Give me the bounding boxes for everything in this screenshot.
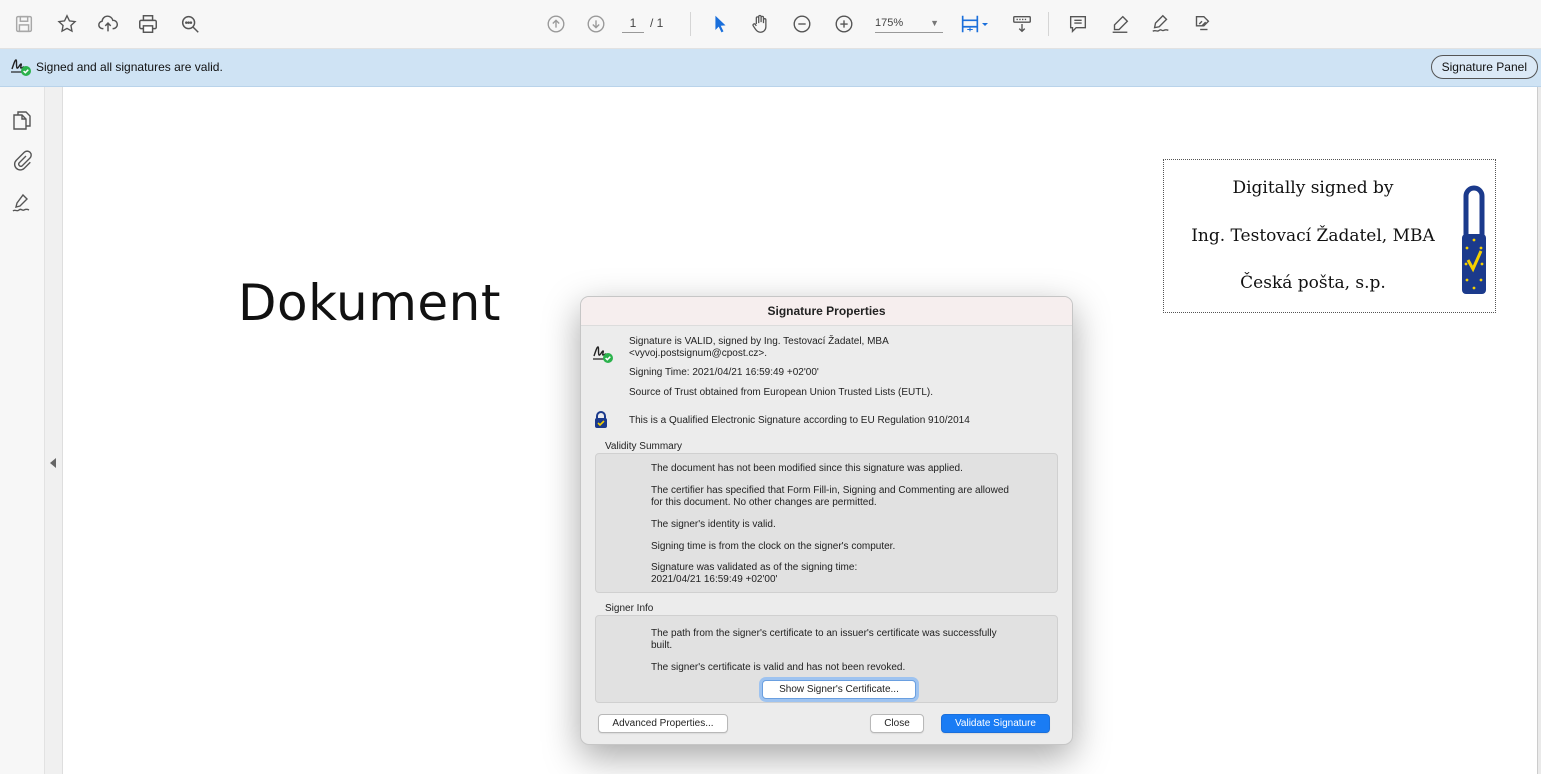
signature-properties-dialog: Signature Properties Signature is VALID,… xyxy=(580,296,1073,745)
qualified-padlock-icon xyxy=(595,411,607,428)
pages-thumbnail-icon[interactable] xyxy=(11,109,33,131)
page-up-icon[interactable] xyxy=(544,12,568,36)
chevron-down-icon: ▼ xyxy=(930,18,939,28)
fit-page-chevron-icon[interactable] xyxy=(980,12,990,36)
upload-cloud-icon[interactable] xyxy=(96,12,120,36)
stamp-line-1: Digitally signed by xyxy=(1232,178,1394,198)
main-toolbar: 1 / 1 175% ▼ xyxy=(0,0,1541,49)
signer-info-group: The path from the signer's certificate t… xyxy=(595,615,1058,703)
highlight-pen-icon[interactable] xyxy=(1108,12,1132,36)
attachment-paperclip-icon[interactable] xyxy=(11,149,33,171)
right-scroll-edge[interactable] xyxy=(1537,87,1541,774)
validity-summary-group: The document has not been modified since… xyxy=(595,453,1058,593)
zoom-search-icon[interactable] xyxy=(178,12,202,36)
toolbar-divider xyxy=(690,12,691,36)
signature-status-bar: Signed and all signatures are valid. Sig… xyxy=(0,49,1541,87)
validity-item: The document has not been modified since… xyxy=(651,463,963,474)
print-icon[interactable] xyxy=(136,12,160,36)
trust-source: Source of Trust obtained from European U… xyxy=(629,387,934,398)
signature-valid-icon xyxy=(11,59,31,76)
close-button[interactable]: Close xyxy=(870,714,924,733)
show-signer-certificate-button[interactable]: Show Signer's Certificate... xyxy=(762,680,916,699)
validate-signature-button[interactable]: Validate Signature xyxy=(941,714,1050,733)
qualified-signature-notice: This is a Qualified Electronic Signature… xyxy=(629,415,970,426)
zoom-in-icon[interactable] xyxy=(832,12,856,36)
page-down-icon[interactable] xyxy=(584,12,608,36)
toolbar-divider xyxy=(1048,12,1049,36)
signer-info-label: Signer Info xyxy=(605,603,654,614)
zoom-out-icon[interactable] xyxy=(790,12,814,36)
zoom-level-select[interactable]: 175% ▼ xyxy=(875,14,943,33)
select-arrow-icon[interactable] xyxy=(708,12,732,36)
signer-info-item: The path from the signer's certificate t… xyxy=(651,628,997,639)
validity-summary-label: Validity Summary xyxy=(605,441,683,452)
sign-icon[interactable] xyxy=(1149,12,1173,36)
signature-status-line-1: Signature is VALID, signed by Ing. Testo… xyxy=(629,336,889,347)
signing-time: Signing Time: 2021/04/21 16:59:49 +02'00… xyxy=(629,367,819,378)
signer-info-item: The signer's certificate is valid and ha… xyxy=(651,662,906,673)
comment-icon[interactable] xyxy=(1066,12,1090,36)
validity-item: Signing time is from the clock on the si… xyxy=(651,541,896,552)
collapse-arrow-icon[interactable] xyxy=(50,458,56,468)
eu-qualified-padlock-logo-icon xyxy=(1462,185,1486,294)
scroll-mode-icon[interactable] xyxy=(1010,12,1034,36)
save-icon[interactable] xyxy=(12,12,36,36)
zoom-level-value: 175% xyxy=(875,17,904,29)
validity-item: The certifier has specified that Form Fi… xyxy=(651,485,1009,496)
signature-valid-icon xyxy=(593,346,613,363)
left-sidebar xyxy=(0,87,45,774)
validity-item: Signature was validated as of the signin… xyxy=(651,562,858,573)
signature-panel-button[interactable]: Signature Panel xyxy=(1430,55,1538,79)
stamp-line-2: Ing. Testovací Žadatel, MBA xyxy=(1191,226,1435,246)
validity-item-continued: for this document. No other changes are … xyxy=(651,497,877,508)
bookmark-star-icon[interactable] xyxy=(55,12,79,36)
stamp-line-3: Česká pošta, s.p. xyxy=(1240,273,1386,293)
signature-status-line-2: <vyvoj.postsignum@cpost.cz>. xyxy=(629,348,767,359)
sidebar-collapse-strip[interactable] xyxy=(45,87,63,774)
page-number-input[interactable]: 1 xyxy=(622,14,644,33)
signature-status-message: Signed and all signatures are valid. xyxy=(36,60,223,74)
validity-item: The signer's identity is valid. xyxy=(651,519,776,530)
page-total: / 1 xyxy=(650,16,664,30)
share-icon[interactable] xyxy=(1190,12,1214,36)
signer-info-item-continued: built. xyxy=(651,640,673,651)
fit-page-icon[interactable] xyxy=(958,12,982,36)
advanced-properties-button[interactable]: Advanced Properties... xyxy=(598,714,728,733)
signature-stamp[interactable]: Digitally signed by Ing. Testovací Žadat… xyxy=(1163,159,1496,313)
hand-tool-icon[interactable] xyxy=(748,12,772,36)
document-title: Dokument xyxy=(238,274,501,332)
validity-item-continued: 2021/04/21 16:59:49 +02'00' xyxy=(651,574,778,585)
dialog-title: Signature Properties xyxy=(581,297,1072,326)
signatures-panel-icon[interactable] xyxy=(11,193,33,215)
